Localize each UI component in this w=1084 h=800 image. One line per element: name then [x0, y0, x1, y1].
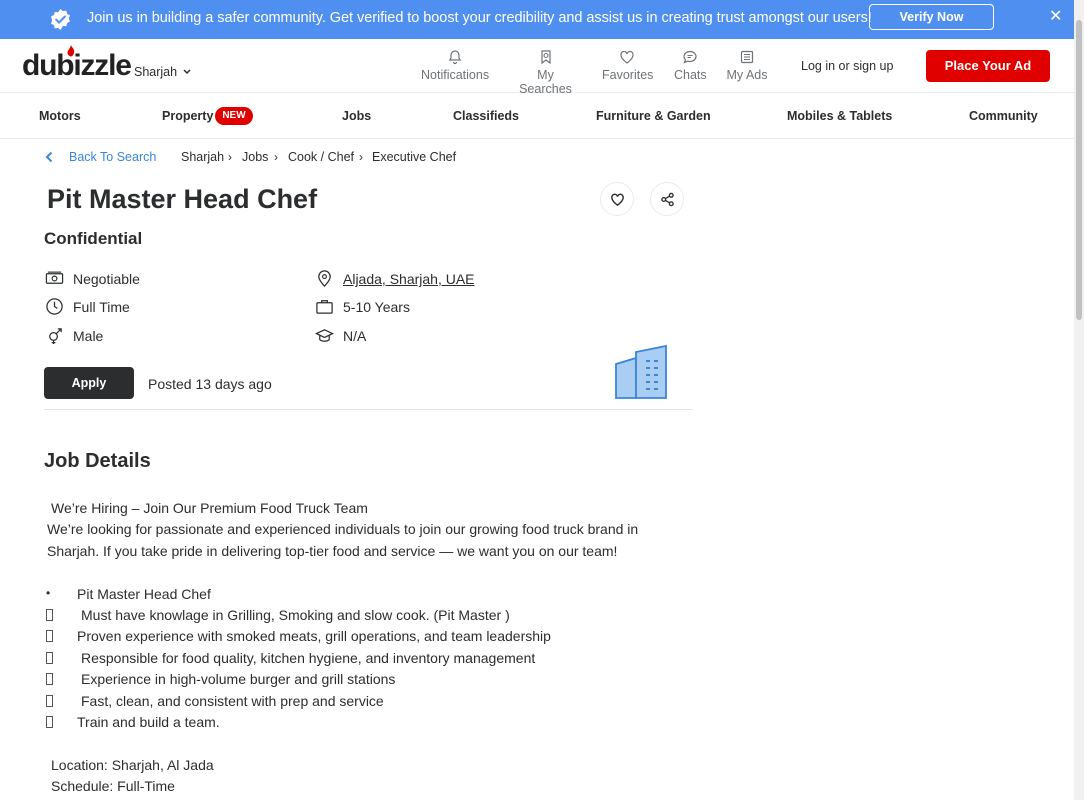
- category-community[interactable]: Community: [969, 109, 1038, 123]
- missing-glyph-icon: [46, 609, 53, 621]
- saved-search-icon: [540, 50, 551, 65]
- breadcrumb-separator: ›: [274, 150, 278, 164]
- verification-banner: Join us in building a safer community. G…: [0, 0, 1074, 39]
- details-intro-heading: We’re Hiring – Join Our Premium Food Tru…: [51, 500, 368, 516]
- nav-my-searches-label: My Searches: [519, 68, 572, 96]
- bullet-dot: •: [46, 586, 51, 600]
- bell-icon: [448, 50, 462, 65]
- share-button[interactable]: [650, 182, 684, 216]
- breadcrumb-executive-chef: Executive Chef: [372, 150, 457, 164]
- company-building-icon: [615, 344, 667, 399]
- gender-icon: [49, 328, 62, 345]
- list-item: Fast, clean, and consistent with prep an…: [81, 693, 384, 709]
- list-item: Responsible for food quality, kitchen hy…: [81, 650, 536, 666]
- details-intro-text: Sharjah. If you take pride in delivering…: [47, 543, 618, 559]
- job-details-heading: Job Details: [44, 450, 151, 472]
- nav-favorites[interactable]: Favorites: [602, 49, 654, 89]
- breadcrumb-jobs[interactable]: Jobs: [242, 150, 268, 164]
- clock-icon: [46, 298, 63, 315]
- list-item: Pit Master Head Chef: [77, 586, 211, 602]
- category-jobs[interactable]: Jobs: [342, 109, 371, 123]
- graduation-cap-icon: [315, 329, 334, 342]
- briefcase-icon: [316, 300, 333, 314]
- verify-now-button[interactable]: Verify Now: [869, 4, 994, 30]
- job-type-value: Full Time: [73, 299, 130, 315]
- category-mobiles-tablets[interactable]: Mobiles & Tablets: [787, 109, 892, 123]
- nav-my-ads-label: My Ads: [726, 68, 768, 82]
- category-classifieds[interactable]: Classifieds: [453, 109, 519, 123]
- city-label: Sharjah: [134, 65, 178, 79]
- back-to-search-link[interactable]: Back To Search: [69, 150, 156, 164]
- breadcrumb-cook-chef[interactable]: Cook / Chef: [288, 150, 354, 164]
- share-icon: [661, 192, 674, 207]
- money-icon: [45, 271, 64, 284]
- breadcrumb-sharjah[interactable]: Sharjah: [181, 150, 224, 164]
- apply-button[interactable]: Apply: [44, 367, 134, 399]
- education-value: N/A: [343, 328, 367, 344]
- favorite-button[interactable]: [600, 182, 634, 216]
- nav-my-searches[interactable]: My Searches: [510, 49, 581, 96]
- gender-value: Male: [73, 328, 104, 344]
- banner-text: Join us in building a safer community. G…: [87, 10, 872, 26]
- experience-value: 5-10 Years: [343, 299, 410, 315]
- heart-icon: [620, 50, 634, 64]
- breadcrumb-separator: ›: [228, 150, 232, 164]
- heart-icon: [611, 193, 624, 206]
- salary-value: Negotiable: [73, 271, 140, 287]
- missing-glyph-icon: [46, 695, 53, 707]
- nav-chats-label: Chats: [674, 68, 707, 82]
- list-item: Train and build a team.: [77, 714, 220, 730]
- dubizzle-logo[interactable]: dubizzle: [22, 45, 132, 83]
- logo-text: dubizzle: [22, 49, 132, 82]
- nav-notifications-label: Notifications: [421, 68, 490, 82]
- city-selector[interactable]: Sharjah: [134, 65, 191, 79]
- list-item: Proven experience with smoked meats, gri…: [77, 628, 551, 644]
- chevron-left-icon[interactable]: [45, 151, 53, 163]
- missing-glyph-icon: [46, 652, 53, 664]
- location-pin-icon: [318, 270, 331, 287]
- missing-glyph-icon: [46, 716, 53, 728]
- scrollbar-thumb[interactable]: [1076, 20, 1082, 320]
- nav-my-ads[interactable]: My Ads: [726, 49, 768, 89]
- nav-favorites-label: Favorites: [602, 68, 654, 82]
- details-schedule-line: Schedule: Full-Time: [51, 778, 175, 794]
- details-location-line: Location: Sharjah, Al Jada: [51, 757, 214, 773]
- list-item: Experience in high-volume burger and gri…: [81, 671, 396, 687]
- nav-notifications[interactable]: Notifications: [421, 49, 489, 89]
- details-intro-text: We’re looking for passionate and experie…: [47, 521, 639, 537]
- category-furniture-garden[interactable]: Furniture & Garden: [596, 109, 711, 123]
- category-motors[interactable]: Motors: [39, 109, 81, 123]
- scrollbar[interactable]: [1074, 0, 1084, 800]
- site-header: dubizzle Sharjah Notifications My Search…: [0, 39, 1074, 96]
- chat-icon: [682, 50, 697, 64]
- list-item: Must have knowlage in Grilling, Smoking …: [81, 607, 510, 623]
- flame-icon: [67, 45, 75, 57]
- missing-glyph-icon: [46, 630, 53, 642]
- login-signup-link[interactable]: Log in or sign up: [801, 59, 893, 73]
- company-name: Confidential: [44, 229, 143, 248]
- close-icon[interactable]: ✕: [1049, 6, 1062, 26]
- posted-date: Posted 13 days ago: [148, 376, 272, 392]
- category-property[interactable]: Property: [162, 109, 213, 123]
- breadcrumb-separator: ›: [359, 150, 363, 164]
- location-link[interactable]: Aljada, Sharjah, UAE: [343, 271, 475, 287]
- nav-chats[interactable]: Chats: [674, 49, 707, 89]
- ads-list-icon: [740, 50, 754, 64]
- chevron-down-icon: [183, 69, 191, 75]
- place-your-ad-button[interactable]: Place Your Ad: [926, 50, 1050, 82]
- job-title: Pit Master Head Chef: [47, 184, 318, 214]
- category-bar: Motors Property Jobs Classifieds Furnitu…: [0, 93, 1074, 139]
- new-badge: NEW: [215, 107, 253, 125]
- section-divider: [44, 409, 693, 410]
- missing-glyph-icon: [46, 673, 53, 685]
- verified-badge-icon: [51, 8, 70, 31]
